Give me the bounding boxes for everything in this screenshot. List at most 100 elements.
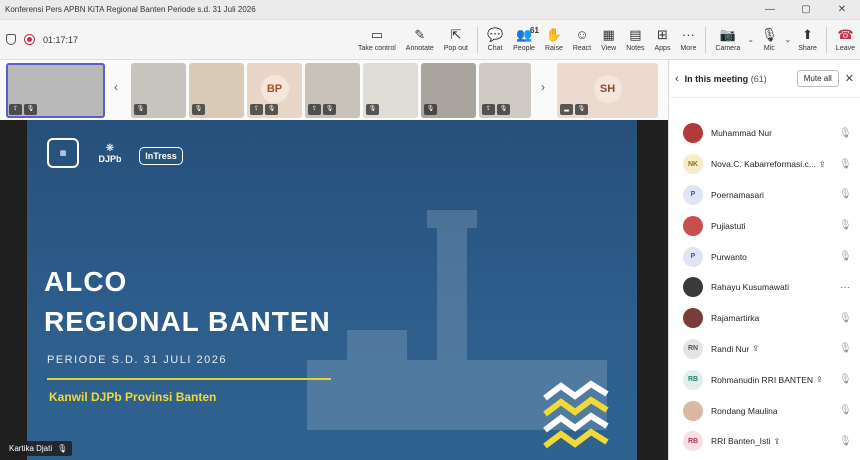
avatar — [683, 123, 703, 144]
video-thumbnail[interactable]: 🎙 — [421, 63, 476, 118]
mic-off-icon: 🎙 — [134, 104, 147, 115]
mute-all-button[interactable]: Mute all — [796, 70, 839, 87]
participant-name-text: Nova.C. Kabarreformasi.c... — [711, 159, 816, 170]
video-thumbnail[interactable]: BP ⇪ 🎙 — [247, 63, 302, 118]
slide-title-line2: REGIONAL BANTEN — [44, 306, 331, 337]
avatar — [683, 277, 703, 298]
chat-icon: 💬 — [486, 27, 504, 42]
minimize-button[interactable]: — — [752, 0, 788, 20]
share-button[interactable]: ⬆ Share — [793, 20, 822, 60]
apps-icon: ⊞ — [657, 27, 668, 42]
mic-off-icon: 🎙 — [265, 104, 278, 115]
participant-name: RRI Banten_Isti ⇪ — [711, 436, 839, 446]
participant-name: Rondang Maulina — [711, 406, 839, 416]
view-button[interactable]: ▦ View — [596, 20, 621, 60]
panel-header: ‹ In this meeting (61) Mute all ✕ — [669, 60, 860, 98]
avatar — [683, 400, 703, 421]
mic-off-icon: 🎙 — [839, 251, 852, 263]
avatar: P — [683, 246, 703, 267]
video-thumbnail[interactable]: 🎙 — [363, 63, 418, 118]
slide-title-line1: ALCO — [44, 266, 128, 297]
mic-off-icon: 🎙 — [839, 374, 852, 386]
mic-off-icon: 🎙 — [497, 104, 510, 115]
presenter-name: Kartika Djati — [9, 444, 53, 453]
avatar: NK — [683, 154, 703, 175]
avatar — [683, 308, 703, 329]
recording-icon — [24, 34, 35, 45]
ministry-emblem-logo: ▦ — [47, 138, 79, 168]
participant-name-text: Purwanto — [711, 251, 747, 262]
avatar: P — [683, 184, 703, 205]
participant-row[interactable]: P Purwanto 🎙 — [669, 241, 860, 272]
mic-button[interactable]: 🎙 Mic — [756, 20, 783, 60]
video-thumbnail-strip: ⇪ 🎙 ‹ 🎙 🎙 BP ⇪ 🎙 ⇪ 🎙 🎙 🎙 ⇪ 🎙 › SH ▂ 🎙 — [0, 60, 668, 120]
mic-off-icon: 🎙 — [24, 104, 37, 115]
people-button[interactable]: 👥 61 People — [508, 20, 540, 60]
grid-icon: ▦ — [602, 27, 615, 42]
camera-button[interactable]: 📷 Camera — [710, 20, 745, 60]
react-button[interactable]: ☺ React — [568, 20, 596, 60]
participant-name-text: Rajamartirka — [711, 313, 760, 324]
mic-off-icon: 🎙 — [366, 104, 379, 115]
video-thumbnail[interactable]: ⇪ 🎙 — [6, 63, 105, 118]
slide-office-name: Kanwil DJPb Provinsi Banten — [49, 390, 217, 404]
mic-off-icon: 🎙 — [575, 104, 588, 115]
mic-off-icon: 🎙 — [839, 220, 852, 232]
video-thumbnail[interactable]: SH ▂ 🎙 — [557, 63, 658, 118]
chevron-right-icon[interactable]: › — [541, 80, 545, 94]
toolbar-divider — [476, 26, 478, 53]
participant-name-text: RRI Banten_Isti — [711, 436, 771, 447]
leave-button[interactable]: ☎ Leave — [831, 20, 860, 60]
participant-row[interactable]: RB Rohmanudin RRI BANTEN ⇪ 🎙 — [669, 364, 860, 395]
toolbar-divider — [825, 26, 827, 53]
more-options-icon[interactable]: ··· — [839, 282, 851, 293]
video-thumbnail[interactable]: ⇪ 🎙 — [305, 63, 360, 118]
pen-icon: ✎ — [414, 27, 426, 42]
avatar: RB — [683, 369, 703, 390]
djpb-logo: ❋ DJPb — [98, 142, 122, 164]
participant-name-text: Muhammad Nur — [711, 128, 772, 139]
mic-off-icon: 🎙 — [839, 127, 852, 139]
annotate-button[interactable]: ✎ Annotate — [401, 20, 439, 60]
participant-row[interactable]: NK Nova.C. Kabarreformasi.c... ⇪ 🎙 — [669, 149, 860, 180]
participant-name-text: Poernamasari — [711, 189, 764, 200]
chat-button[interactable]: 💬 Chat — [482, 20, 508, 60]
video-thumbnail[interactable]: 🎙 — [189, 63, 244, 118]
meeting-toolbar: 01:17:17 ▭ Take control ✎ Annotate ⇱ Pop ou… — [0, 20, 860, 60]
participant-row[interactable]: Pujiastuti 🎙 — [669, 210, 860, 241]
chevron-down-icon[interactable]: ⌄ — [747, 35, 754, 44]
mic-off-icon: 🎙 — [839, 189, 852, 201]
close-window-button[interactable]: ✕ — [824, 0, 860, 20]
video-thumbnail[interactable]: 🎙 — [131, 63, 186, 118]
chevron-down-icon[interactable]: ⌄ — [785, 35, 792, 44]
intress-logo: InTress — [139, 147, 183, 165]
raise-hand-button[interactable]: ✋ Raise — [540, 20, 568, 60]
title-bar: Konferensi Pers APBN KiTA Regional Bante… — [0, 0, 860, 20]
pop-out-button[interactable]: ⇱ Pop out — [439, 20, 473, 60]
sharing-icon: ⇪ — [773, 436, 781, 446]
participant-row[interactable]: Rondang Maulina 🎙 — [669, 395, 860, 426]
participant-row[interactable]: P Poernamasari 🎙 — [669, 180, 860, 211]
video-thumbnail[interactable]: ⇪ 🎙 — [479, 63, 531, 118]
participant-name-text: Pujiastuti — [711, 220, 746, 231]
participant-row[interactable]: Rahayu Kusumawati ··· — [669, 272, 860, 303]
chevron-left-icon[interactable]: ‹ — [675, 73, 679, 85]
participant-row[interactable]: RB RRI Banten_Isti ⇪ 🎙 — [669, 426, 860, 457]
notes-button[interactable]: ▤ Notes — [621, 20, 649, 60]
presentation-slide: ▦ ❋ DJPb InTress ALCO REGIONAL BANTEN PER… — [27, 120, 637, 460]
mic-off-icon: 🎙 — [839, 158, 852, 170]
take-control-button[interactable]: ▭ Take control — [353, 20, 401, 60]
chevron-left-icon[interactable]: ‹ — [114, 80, 118, 94]
participant-name: Rahayu Kusumawati — [711, 282, 839, 292]
participant-row[interactable]: Muhammad Nur 🎙 — [669, 118, 860, 149]
maximize-button[interactable]: ▢ — [788, 0, 824, 20]
apps-button[interactable]: ⊞ Apps — [649, 20, 675, 60]
mic-off-icon: 🎙 — [839, 343, 852, 355]
toolbar-divider — [705, 26, 707, 53]
participant-name: Purwanto — [711, 252, 839, 262]
close-icon[interactable]: ✕ — [845, 72, 854, 85]
more-button[interactable]: ··· More — [675, 20, 701, 60]
participant-row[interactable]: RN Randi Nur ⇪ 🎙 — [669, 334, 860, 365]
participant-row[interactable]: Rajamartirka 🎙 — [669, 303, 860, 334]
participants-panel: ‹ In this meeting (61) Mute all ✕ Muhamm… — [668, 60, 860, 460]
